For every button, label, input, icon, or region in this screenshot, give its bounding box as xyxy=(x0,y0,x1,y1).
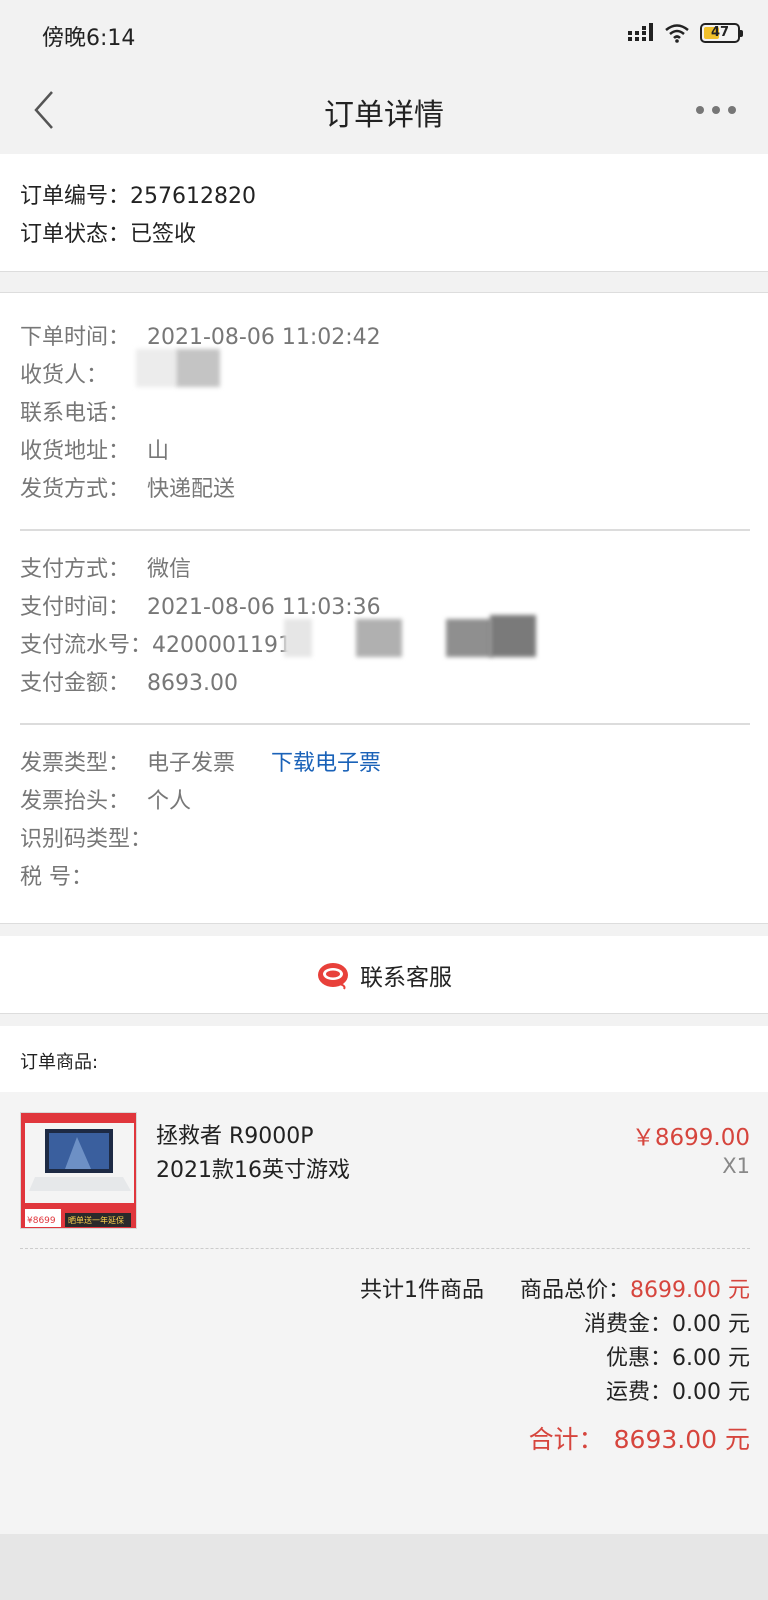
pay-amount-label: 支付金额： xyxy=(20,671,131,696)
phone-label: 联系电话： xyxy=(20,401,131,426)
subtotal-row: 共计1件商品 商品总价：8699.00 元 xyxy=(360,1272,750,1304)
pay-time-label: 支付时间： xyxy=(20,595,131,620)
subtotal-label: 商品总价： xyxy=(520,1278,631,1303)
pay-method-label: 支付方式： xyxy=(20,557,131,582)
thumbnail-banner: 晒单送一年延保 xyxy=(68,1215,124,1225)
contact-service-label: 联系客服 xyxy=(360,964,452,991)
more-dot-icon xyxy=(728,106,736,114)
delivery-row: 发货方式： 快递配送 xyxy=(20,471,236,502)
order-number-row: 订单编号：257612820 xyxy=(20,178,256,210)
signal-icon xyxy=(628,23,653,41)
total-label: 合计： xyxy=(528,1425,604,1454)
consume-label: 消费金： xyxy=(584,1312,673,1337)
address-label: 收货地址： xyxy=(20,439,131,464)
product-name-line2[interactable]: 2021款16英寸游戏 xyxy=(156,1152,350,1184)
tax-number-row: 税 号： xyxy=(20,859,93,890)
status-time: 傍晚6:14 xyxy=(42,26,136,51)
redacted-receiver xyxy=(136,349,176,387)
divider xyxy=(20,529,750,531)
delivery-label: 发货方式： xyxy=(20,477,131,502)
contact-service-button[interactable]: 联系客服 xyxy=(0,936,768,1014)
invoice-type-row: 发票类型： 电子发票 下载电子票 xyxy=(20,745,381,776)
more-button[interactable] xyxy=(688,94,744,126)
pay-method-row: 支付方式： 微信 xyxy=(20,551,192,582)
divider xyxy=(20,723,750,725)
order-status-label: 订单状态： xyxy=(20,222,131,247)
total-row: 合计： 8693.00 元 xyxy=(529,1420,750,1456)
invoice-title-label: 发票抬头： xyxy=(20,789,131,814)
discount-label: 优惠： xyxy=(606,1346,673,1371)
status-icons: 47 xyxy=(628,20,743,46)
shipping-fee-label: 运费： xyxy=(606,1380,673,1405)
redacted-serial xyxy=(446,619,492,657)
dashed-divider xyxy=(20,1248,750,1249)
order-status-value: 已签收 xyxy=(130,222,197,247)
order-number-value: 257612820 xyxy=(130,184,256,209)
order-time-value: 2021-08-06 11:02:42 xyxy=(147,325,381,350)
address-value: 山 xyxy=(147,439,170,464)
product-name-line1[interactable]: 拯救者 R9000P xyxy=(156,1118,314,1150)
receiver-label: 收货人： xyxy=(20,363,109,388)
shipping-fee-row: 运费：0.00 元 xyxy=(606,1374,750,1406)
redacted-serial xyxy=(490,615,536,657)
discount-row: 优惠：6.00 元 xyxy=(606,1340,750,1372)
item-count: 共计1件商品 xyxy=(360,1278,484,1303)
goods-area: ¥8699 晒单送一年延保 拯救者 R9000P 2021款16英寸游戏 ￥86… xyxy=(0,1092,768,1534)
discount-value: 6.00 元 xyxy=(672,1346,750,1371)
laptop-product-image: ¥8699 晒单送一年延保 xyxy=(21,1113,136,1228)
status-bar: 傍晚6:14 47 xyxy=(0,0,768,66)
product-quantity: X1 xyxy=(722,1154,750,1178)
order-number-label: 订单编号： xyxy=(20,184,131,209)
total-value: 8693.00 元 xyxy=(613,1425,750,1454)
delivery-value: 快递配送 xyxy=(147,477,236,502)
pay-serial-row: 支付流水号：42000011912 xyxy=(20,627,306,658)
tax-number-label: 税 号： xyxy=(20,865,93,890)
phone-row: 联系电话： xyxy=(20,395,147,426)
order-time-row: 下单时间： 2021-08-06 11:02:42 xyxy=(20,319,381,350)
pay-time-row: 支付时间： 2021-08-06 11:03:36 xyxy=(20,589,381,620)
product-price: ￥8699.00 xyxy=(631,1125,750,1151)
consume-row: 消费金：0.00 元 xyxy=(584,1306,750,1338)
id-type-row: 识别码类型： xyxy=(20,821,153,852)
download-invoice-link[interactable]: 下载电子票 xyxy=(271,751,381,776)
customer-service-icon xyxy=(318,962,348,990)
goods-section-title: 订单商品: xyxy=(20,1052,99,1073)
thumbnail-price: ¥8699 xyxy=(27,1216,56,1226)
more-dot-icon xyxy=(712,106,720,114)
pay-time-value: 2021-08-06 11:03:36 xyxy=(147,595,381,620)
invoice-title-value: 个人 xyxy=(147,789,192,814)
nav-bar: 订单详情 xyxy=(0,66,768,154)
shipping-fee-value: 0.00 元 xyxy=(672,1380,750,1405)
redacted-serial xyxy=(356,619,402,657)
product-thumbnail[interactable]: ¥8699 晒单送一年延保 xyxy=(20,1112,137,1229)
address-row: 收货地址： 山 xyxy=(20,433,170,464)
pay-method-value: 微信 xyxy=(147,557,192,582)
invoice-type-value: 电子发票 xyxy=(147,751,236,776)
pay-amount-value: 8693.00 xyxy=(147,671,238,696)
invoice-type-label: 发票类型： xyxy=(20,751,131,776)
battery-icon: 47 xyxy=(700,23,743,43)
order-summary-card: 订单编号：257612820 订单状态：已签收 xyxy=(0,154,768,272)
consume-value: 0.00 元 xyxy=(672,1312,750,1337)
order-time-label: 下单时间： xyxy=(20,325,131,350)
id-type-label: 识别码类型： xyxy=(20,827,153,852)
wifi-icon xyxy=(665,24,689,43)
redacted-receiver xyxy=(176,349,220,387)
order-detail-card: 下单时间： 2021-08-06 11:02:42 收货人： 联系电话： 收货地址… xyxy=(0,292,768,924)
invoice-title-row: 发票抬头： 个人 xyxy=(20,783,192,814)
receiver-row: 收货人： xyxy=(20,357,147,388)
goods-header: 订单商品: xyxy=(0,1026,768,1092)
pay-serial-label: 支付流水号： xyxy=(20,633,153,658)
order-status-row: 订单状态：已签收 xyxy=(20,216,196,248)
battery-level: 47 xyxy=(710,25,730,40)
pay-serial-value: 42000011912 xyxy=(152,633,306,658)
more-dot-icon xyxy=(696,106,704,114)
page-title: 订单详情 xyxy=(324,98,444,133)
pay-amount-row: 支付金额： 8693.00 xyxy=(20,665,238,696)
redacted-serial xyxy=(284,619,312,657)
subtotal-value: 8699.00 元 xyxy=(630,1278,750,1303)
bottom-bar xyxy=(0,1534,768,1600)
